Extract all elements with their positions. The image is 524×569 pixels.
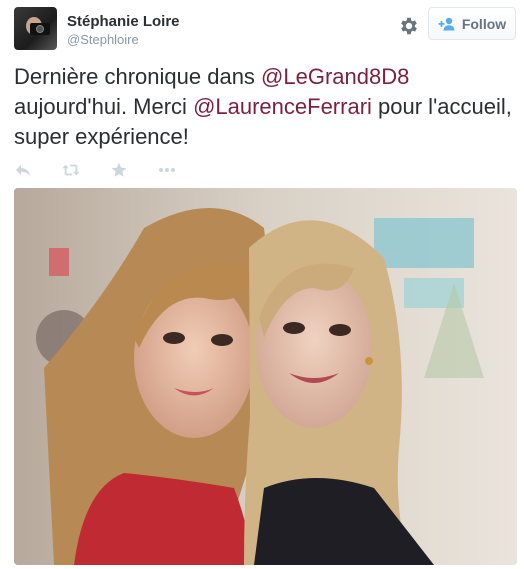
photo-image xyxy=(14,188,517,565)
more-button[interactable] xyxy=(158,161,176,179)
gear-icon[interactable] xyxy=(398,15,420,37)
tweet-text-part: aujourd'hui. Merci xyxy=(14,94,194,119)
favorite-button[interactable] xyxy=(110,161,128,179)
author-name[interactable]: Stéphanie Loire xyxy=(67,13,180,30)
tweet-header: Stéphanie Loire @Stephloire Follow xyxy=(14,7,516,53)
tweet-text: Dernière chronique dans @LeGrand8D8 aujo… xyxy=(14,62,514,152)
add-user-icon xyxy=(438,17,455,30)
reply-icon xyxy=(16,165,30,176)
favorite-icon xyxy=(111,162,127,177)
mention-link[interactable]: @LeGrand8D8 xyxy=(261,64,409,89)
tweet-photo[interactable] xyxy=(14,188,517,565)
author-handle[interactable]: @Stephloire xyxy=(67,32,139,47)
avatar[interactable] xyxy=(14,7,57,50)
reply-button[interactable] xyxy=(14,161,32,179)
follow-button[interactable]: Follow xyxy=(428,7,516,40)
follow-button-label: Follow xyxy=(461,15,507,32)
retweet-button[interactable] xyxy=(62,161,80,179)
tweet-text-part: Dernière chronique dans xyxy=(14,64,262,89)
tweet-actions xyxy=(14,161,206,179)
retweet-icon xyxy=(62,164,80,176)
more-icon xyxy=(159,168,175,172)
avatar-camera-lens xyxy=(36,25,44,33)
mention-link[interactable]: @LaurenceFerrari xyxy=(193,94,372,119)
